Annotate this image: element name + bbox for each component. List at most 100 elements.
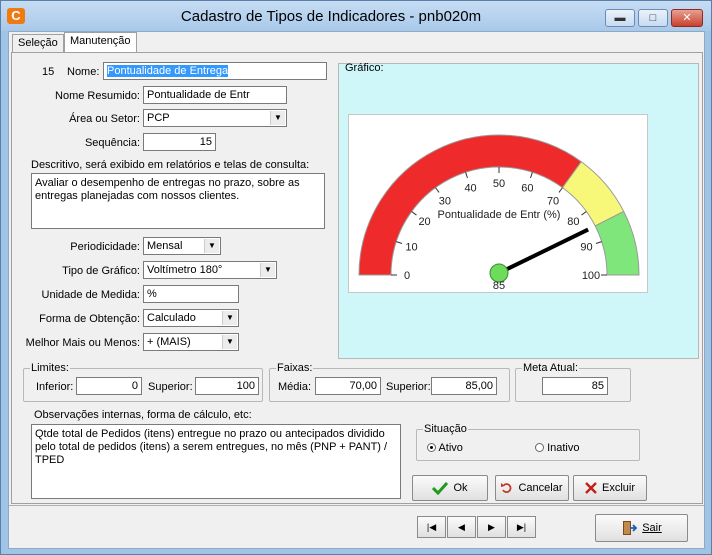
periodicidade-label: Periodicidade: (70, 241, 140, 253)
gauge-svg: 0 10 20 30 40 50 60 70 80 90 100 Pontualidade de En… (358, 134, 640, 292)
minimize-button[interactable]: ▬ (605, 9, 635, 27)
delete-x-icon (585, 482, 597, 494)
cancelar-label: Cancelar (518, 482, 563, 494)
nome-resumido-label: Nome Resumido: (55, 90, 140, 102)
gauge-tick-6 (530, 172, 533, 179)
sequencia-input[interactable]: 15 (143, 133, 216, 151)
nome-input[interactable]: Pontualidade de Entrega (103, 62, 327, 80)
undo-icon (501, 483, 512, 493)
limites-superior-label: Superior: (148, 381, 193, 393)
situacao-title: Situação (423, 423, 468, 435)
descritivo-textarea[interactable]: Avaliar o desempenho de entregas no praz… (31, 173, 325, 229)
excluir-label: Excluir (601, 482, 635, 494)
grafico-panel: Gráfico: 0 10 20 30 40 50 60 70 80 90 100 Pontualid… (338, 62, 699, 359)
ok-label: Ok (453, 482, 468, 494)
chevron-down-icon[interactable]: ▼ (222, 311, 237, 325)
gauge-tick-label-9: 90 (580, 242, 592, 254)
gauge-tick-4 (465, 172, 468, 179)
situacao-inativo-label: Inativo (547, 442, 580, 454)
limites-inferior-input[interactable]: 0 (76, 377, 142, 395)
gauge-tick-label-2: 20 (418, 216, 430, 228)
meta-group: Meta Atual: 85 (515, 362, 631, 402)
meta-title: Meta Atual: (522, 362, 580, 374)
gauge-needle (498, 227, 589, 275)
nav-prev-button[interactable]: ◀ (447, 516, 476, 538)
melhor-label: Melhor Mais ou Menos: (25, 337, 140, 349)
gauge-tick-1 (396, 241, 403, 244)
chevron-down-icon[interactable]: ▼ (260, 263, 275, 277)
tab-manutencao[interactable]: Manutenção (64, 32, 137, 53)
nav-first-button[interactable]: |◀ (417, 516, 446, 538)
sequencia-label: Sequência: (84, 137, 140, 149)
forma-label: Forma de Obtenção: (39, 313, 140, 325)
descritivo-label: Descritivo, será exibido em relatórios e… (31, 159, 310, 171)
nome-resumido-input[interactable]: Pontualidade de Entr (143, 86, 287, 104)
unidade-label: Unidade de Medida: (41, 289, 140, 301)
gauge-tick-8 (581, 211, 587, 216)
faixas-superior-label: Superior: (386, 381, 431, 393)
gauge-chart: 0 10 20 30 40 50 60 70 80 90 100 Pontualidade de En… (348, 114, 648, 293)
situacao-inativo-option[interactable]: Inativo (535, 442, 579, 454)
radio-checked-icon[interactable] (427, 443, 436, 452)
periodicidade-select[interactable]: Mensal ▼ (143, 237, 221, 255)
nome-value: Pontualidade de Entrega (107, 65, 229, 77)
excluir-button[interactable]: Excluir (573, 475, 647, 501)
area-value: PCP (147, 112, 170, 124)
grafico-title: Gráfico: (345, 62, 384, 74)
faixas-title: Faixas: (276, 362, 314, 374)
tab-page-manutencao: 15 Nome: Pontualidade de Entrega Nome Re… (11, 52, 703, 504)
close-button[interactable]: ✕ (671, 9, 703, 27)
ok-button[interactable]: Ok (412, 475, 488, 501)
bottom-separator (9, 505, 704, 506)
periodicidade-value: Mensal (147, 240, 183, 252)
faixas-group: Faixas: Média: 70,00 Superior: 85,00 (269, 362, 510, 402)
window-title: Cadastro de Tipos de Indicadores - pnb02… (180, 8, 482, 25)
faixas-media-label: Média: (278, 381, 312, 393)
title-bar[interactable]: C Cadastro de Tipos de Indicadores - pnb… (1, 1, 711, 31)
area-select[interactable]: PCP ▼ (143, 109, 287, 127)
gauge-tick-label-6: 60 (521, 183, 533, 195)
nav-last-button[interactable]: ▶| (507, 516, 536, 538)
faixas-media-input[interactable]: 70,00 (315, 377, 381, 395)
gauge-tick-label-4: 40 (464, 183, 476, 195)
chevron-down-icon[interactable]: ▼ (270, 111, 285, 125)
situacao-ativo-option[interactable]: Ativo (427, 442, 463, 454)
sair-label: Sair (642, 522, 662, 534)
cancelar-button[interactable]: Cancelar (495, 475, 569, 501)
area-label: Área ou Setor: (69, 113, 140, 125)
tipo-grafico-select[interactable]: Voltímetro 180° ▼ (143, 261, 277, 279)
unidade-input[interactable]: % (143, 285, 239, 303)
melhor-select[interactable]: + (MAIS) ▼ (143, 333, 239, 351)
tipo-grafico-label: Tipo de Gráfico: (62, 265, 140, 277)
gauge-tick-label-5: 50 (493, 178, 505, 190)
melhor-value: + (MAIS) (147, 336, 191, 348)
meta-input[interactable]: 85 (542, 377, 608, 395)
client-area: Seleção Manutenção 15 Nome: Pontualidade… (8, 31, 705, 549)
sair-button[interactable]: Sair (595, 514, 688, 542)
radio-unchecked-icon[interactable] (535, 443, 544, 452)
gauge-tick-2 (411, 211, 417, 216)
nome-label: Nome: (67, 66, 100, 78)
tab-selecao[interactable]: Seleção (12, 34, 64, 52)
gauge-tick-label-8: 80 (567, 216, 579, 228)
faixas-superior-input[interactable]: 85,00 (431, 377, 497, 395)
checkmark-icon (432, 481, 449, 495)
nav-next-button[interactable]: ▶ (477, 516, 506, 538)
limites-superior-input[interactable]: 100 (195, 377, 259, 395)
app-window: C Cadastro de Tipos de Indicadores - pnb… (0, 0, 712, 555)
chevron-down-icon[interactable]: ▼ (204, 239, 219, 253)
exit-door-icon (623, 521, 638, 535)
observacoes-label: Observações internas, forma de cálculo, … (34, 409, 252, 421)
gauge-tick-label-10: 100 (582, 270, 600, 282)
gauge-value-label: 85 (493, 280, 505, 292)
gauge-tick-label-7: 70 (547, 196, 559, 208)
forma-select[interactable]: Calculado ▼ (143, 309, 239, 327)
situacao-group: Situação Ativo Inativo (416, 423, 640, 461)
tipo-grafico-value: Voltímetro 180° (147, 264, 223, 276)
maximize-button[interactable]: □ (638, 9, 668, 27)
gauge-tick-3 (435, 187, 440, 193)
chevron-down-icon[interactable]: ▼ (222, 335, 237, 349)
gauge-tick-7 (558, 187, 563, 193)
observacoes-textarea[interactable]: Qtde total de Pedidos (itens) entregue n… (31, 424, 401, 499)
record-number: 15 (42, 66, 55, 78)
